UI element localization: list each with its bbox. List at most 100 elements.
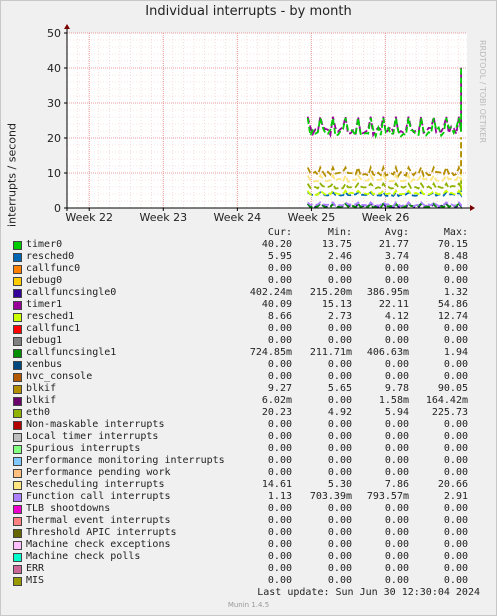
legend-series-name: Thermal event interrupts [26, 515, 171, 526]
x-tick-label: Week 24 [214, 211, 262, 224]
legend-swatch [13, 409, 22, 418]
legend-value-max: 225.73 [431, 407, 468, 418]
legend-series-name: Machine check polls [26, 551, 141, 562]
legend-value-max: 1.94 [443, 347, 468, 358]
legend-value-max: 0.00 [443, 323, 468, 334]
legend-swatch [13, 505, 22, 514]
legend-swatch [13, 349, 22, 358]
y-axis-arrow [64, 24, 70, 29]
legend-swatch [13, 265, 22, 274]
legend-value-max: 0.00 [443, 275, 468, 286]
legend-row: callfunc0 0.00 0.00 0.00 0.00 [0, 263, 497, 275]
legend-row: Spurious interrupts 0.00 0.00 0.00 0.00 [0, 443, 497, 455]
legend-series-name: Threshold APIC interrupts [26, 527, 177, 538]
y-tick-label: 20 [47, 132, 61, 145]
legend-value-max: 0.00 [443, 539, 468, 550]
legend-value-max: 2.91 [443, 491, 468, 502]
legend-series-name: MIS [26, 575, 45, 586]
legend-value-max: 70.15 [437, 239, 468, 250]
legend-row: callfuncsingle0 402.24m 215.20m 386.95m 1.32 [0, 287, 497, 299]
legend-value-max: 0.00 [443, 431, 468, 442]
legend-value-max: 0.00 [443, 515, 468, 526]
y-tick-label: 50 [47, 27, 61, 40]
y-tick-label: 0 [54, 202, 61, 215]
legend-value-max: 164.42m [425, 395, 468, 406]
legend-row: resched1 8.66 2.73 4.12 12.74 [0, 311, 497, 323]
legend-swatch [13, 481, 22, 490]
y-tick-label: 40 [47, 62, 61, 75]
legend-swatch [13, 577, 22, 586]
legend-row: eth0 20.23 4.92 5.94 225.73 [0, 407, 497, 419]
legend-series-name: blkif [26, 383, 57, 394]
legend-swatch [13, 397, 22, 406]
legend-series-name: blkif [26, 395, 57, 406]
legend-swatch [13, 433, 22, 442]
legend-swatch [13, 241, 22, 250]
legend-value-max: 0.00 [443, 443, 468, 454]
legend-series-name: debug0 [26, 275, 63, 286]
legend-value-max: 54.86 [437, 299, 468, 310]
y-tick-label: 10 [47, 167, 61, 180]
legend-swatch [13, 493, 22, 502]
x-tick-label: Week 25 [288, 211, 336, 224]
legend-value-max: 0.00 [443, 371, 468, 382]
x-axis-arrow [470, 205, 475, 211]
legend-series-name: Performance monitoring interrupts [26, 455, 225, 466]
legend-series-name: Function call interrupts [26, 491, 171, 502]
y-tick-label: 30 [47, 97, 61, 110]
last-update: Last update: Sun Jun 30 12:30:04 2024 [257, 587, 480, 598]
legend-row: TLB shootdowns 0.00 0.00 0.00 0.00 [0, 503, 497, 515]
legend-swatch [13, 253, 22, 262]
legend-row: callfunc1 0.00 0.00 0.00 0.00 [0, 323, 497, 335]
legend-value-max: 0.00 [443, 359, 468, 370]
legend-swatch [13, 529, 22, 538]
legend-series-name: Rescheduling interrupts [26, 479, 165, 490]
legend-row: Thermal event interrupts 0.00 0.00 0.00 0.00 [0, 515, 497, 527]
legend-row: xenbus 0.00 0.00 0.00 0.00 [0, 359, 497, 371]
legend-value-max: 0.00 [443, 503, 468, 514]
legend-swatch [13, 445, 22, 454]
legend-series-name: hvc_console [26, 371, 93, 382]
legend-series-name: callfunc0 [26, 263, 81, 274]
legend-series-name: TLB shootdowns [26, 503, 111, 514]
legend-swatch [13, 277, 22, 286]
legend-row: callfuncsingle1 724.85m 211.71m 406.63m 1.94 [0, 347, 497, 359]
legend-value-max: 0.00 [443, 455, 468, 466]
legend-series-name: timer1 [26, 299, 63, 310]
legend-swatch [13, 361, 22, 370]
legend-series-name: resched1 [26, 311, 75, 322]
legend-series-name: Machine check exceptions [26, 539, 171, 550]
legend-series-name: callfuncsingle0 [26, 287, 117, 298]
legend-series-name: resched0 [26, 251, 75, 262]
x-tick-label: Week 22 [65, 211, 113, 224]
legend-value-max: 0.00 [443, 575, 468, 586]
legend-swatch [13, 373, 22, 382]
legend-row: Performance monitoring interrupts 0.00 0.0… [0, 455, 497, 467]
legend-swatch [13, 337, 22, 346]
legend-series-name: timer0 [26, 239, 63, 250]
legend-value-max: 0.00 [443, 467, 468, 478]
legend-row: MIS 0.00 0.00 0.00 0.00 [0, 575, 497, 587]
legend-row: blkif 6.02m 0.00 1.58m 164.42m [0, 395, 497, 407]
chart-plot: 0 10 20 30 40 50 Week 22 Week 23 Week 24 Week 25 W… [47, 24, 475, 224]
legend-value-max: 1.32 [443, 287, 468, 298]
legend-row: timer0 40.20 13.75 21.77 70.15 [0, 239, 497, 251]
legend-row: debug1 0.00 0.00 0.00 0.00 [0, 335, 497, 347]
legend-value-max: 0.00 [443, 551, 468, 562]
legend-row: Threshold APIC interrupts 0.00 0.00 0.00 0.0… [0, 527, 497, 539]
legend-row: timer1 40.09 15.13 22.11 54.86 [0, 299, 497, 311]
legend-value-max: 0.00 [443, 527, 468, 538]
legend-row: Rescheduling interrupts 14.61 5.30 7.86 20.6… [0, 479, 497, 491]
legend-row: debug0 0.00 0.00 0.00 0.00 [0, 275, 497, 287]
x-tick-label: Week 26 [362, 211, 410, 224]
legend-value-max: 0.00 [443, 419, 468, 430]
legend-series-name: eth0 [26, 407, 51, 418]
legend-row: resched0 5.95 2.46 3.74 8.48 [0, 251, 497, 263]
munin-version: Munin 1.4.5 [227, 601, 270, 609]
legend-series-name: callfuncsingle1 [26, 347, 117, 358]
legend-value-max: 8.48 [443, 251, 468, 262]
x-tick-label: Week 23 [139, 211, 187, 224]
legend-series-name: Local timer interrupts [26, 431, 159, 442]
legend-value-max: 90.05 [437, 383, 468, 394]
legend-swatch [13, 325, 22, 334]
